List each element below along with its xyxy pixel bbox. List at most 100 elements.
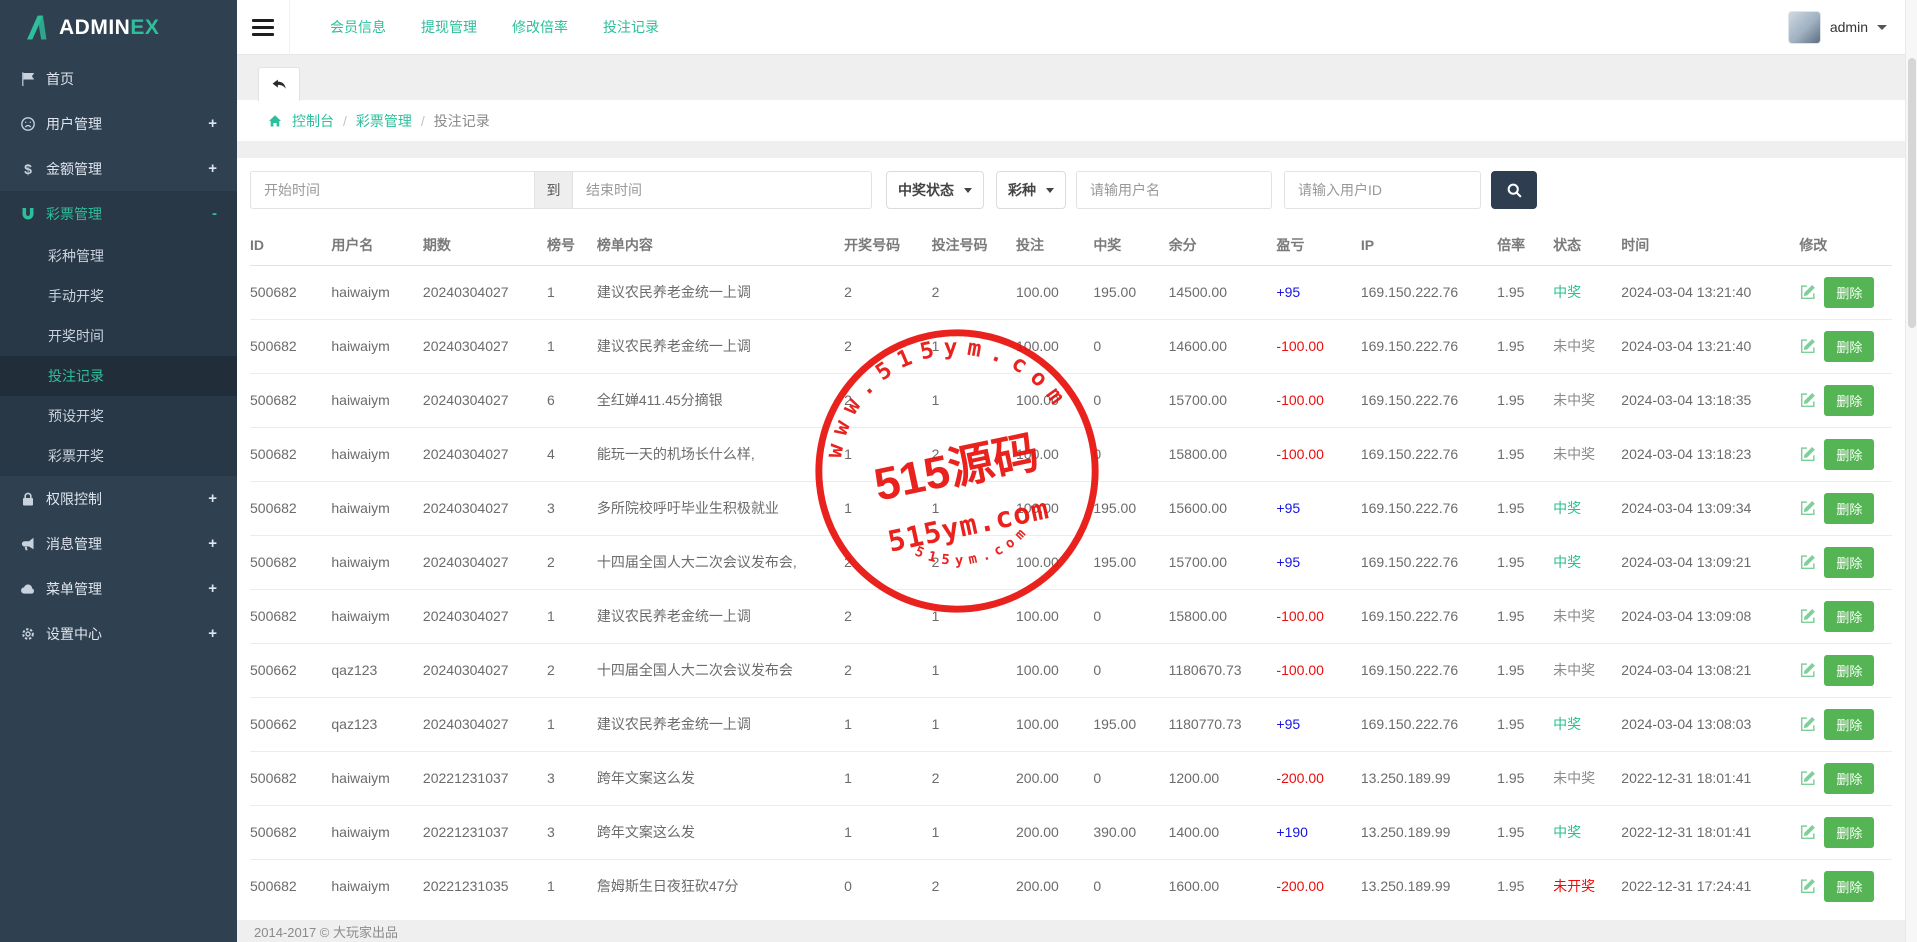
cell-id: 500682	[250, 373, 331, 427]
sidebar-subitem-bet-records[interactable]: 投注记录	[0, 356, 237, 396]
delete-button[interactable]: 删除	[1824, 655, 1874, 686]
app-logo[interactable]: ADMINEX	[0, 0, 237, 56]
sidebar-subitem-manual-draw[interactable]: 手动开奖	[0, 276, 237, 316]
plus-icon: +	[208, 115, 217, 132]
cell-time: 2024-03-04 13:21:40	[1621, 319, 1799, 373]
status-badge: 未中奖	[1553, 338, 1595, 354]
breadcrumb-lottery-mgmt[interactable]: 彩票管理	[356, 111, 412, 131]
edit-icon[interactable]	[1799, 337, 1817, 355]
delete-button[interactable]: 删除	[1824, 385, 1874, 416]
delete-button[interactable]: 删除	[1824, 493, 1874, 524]
table-row: 500682haiwaiym202212310373跨年文案这么发11200.0…	[250, 805, 1892, 859]
sidebar-subitem-preset-draw[interactable]: 预设开奖	[0, 396, 237, 436]
sidebar-item-permission[interactable]: 权限控制+	[0, 476, 237, 521]
edit-icon[interactable]	[1799, 715, 1817, 733]
sidebar-subitem-draw-time[interactable]: 开奖时间	[0, 316, 237, 356]
sidebar-subitem-lottery-type[interactable]: 彩种管理	[0, 236, 237, 276]
cell-content: 建议农民养老金统一上调	[597, 319, 844, 373]
table-row: 500682haiwaiym202403040273多所院校呼吁毕业生积极就业1…	[250, 481, 1892, 535]
cell-id: 500682	[250, 859, 331, 913]
edit-icon[interactable]	[1799, 661, 1817, 679]
topnav-link-rate-edit[interactable]: 修改倍率	[512, 17, 568, 37]
status-badge: 未中奖	[1553, 662, 1595, 678]
delete-button[interactable]: 删除	[1824, 331, 1874, 362]
topnav-link-withdraw-mgmt[interactable]: 提现管理	[421, 17, 477, 37]
cell-open: 1	[844, 805, 931, 859]
cell-open: 2	[844, 535, 931, 589]
back-button[interactable]	[258, 67, 300, 101]
scrollbar[interactable]	[1905, 0, 1917, 942]
cell-period: 20240304027	[423, 481, 547, 535]
search-button[interactable]	[1491, 171, 1537, 209]
start-time-input[interactable]	[250, 171, 535, 209]
edit-icon[interactable]	[1799, 769, 1817, 787]
row-actions: 删除	[1799, 709, 1888, 740]
edit-icon[interactable]	[1799, 445, 1817, 463]
delete-button[interactable]: 删除	[1824, 547, 1874, 578]
sidebar-item-home[interactable]: 首页	[0, 56, 237, 101]
sidebar-subitem-lottery-draw[interactable]: 彩票开奖	[0, 436, 237, 476]
cell-period: 20240304027	[423, 265, 547, 319]
sidebar-item-message[interactable]: 消息管理+	[0, 521, 237, 566]
cell-status: 中奖	[1553, 805, 1621, 859]
win-status-select[interactable]: 中奖状态	[886, 171, 984, 209]
lottery-type-select[interactable]: 彩种	[996, 171, 1066, 209]
delete-button[interactable]: 删除	[1824, 277, 1874, 308]
cell-win: 0	[1093, 859, 1168, 913]
edit-icon[interactable]	[1799, 607, 1817, 625]
edit-icon[interactable]	[1799, 877, 1817, 895]
cell-content: 跨年文案这么发	[597, 805, 844, 859]
cell-content: 建议农民养老金统一上调	[597, 589, 844, 643]
edit-icon[interactable]	[1799, 499, 1817, 517]
delete-button[interactable]: 删除	[1824, 709, 1874, 740]
sidebar-item-menu-mgmt[interactable]: 菜单管理+	[0, 566, 237, 611]
cell-content: 跨年文案这么发	[597, 751, 844, 805]
cell-balance: 15600.00	[1169, 481, 1277, 535]
cell-actions: 删除	[1799, 265, 1892, 319]
cell-profit: -100.00	[1276, 427, 1360, 481]
delete-button[interactable]: 删除	[1824, 763, 1874, 794]
gear-icon	[20, 626, 46, 642]
delete-button[interactable]: 删除	[1824, 601, 1874, 632]
edit-icon[interactable]	[1799, 283, 1817, 301]
cell-status: 中奖	[1553, 481, 1621, 535]
magnet-icon	[20, 206, 46, 222]
end-time-input[interactable]	[572, 171, 872, 209]
sidebar-item-settings[interactable]: 设置中心+	[0, 611, 237, 656]
delete-button[interactable]: 删除	[1824, 817, 1874, 848]
bet-records-table: ID用户名期数榜号榜单内容开奖号码投注号码投注中奖余分盈亏IP倍率状态时间修改 …	[250, 225, 1892, 913]
cell-win: 0	[1093, 589, 1168, 643]
col-header-user: 用户名	[331, 225, 423, 265]
cell-user: haiwaiym	[331, 265, 423, 319]
cell-bet_no: 2	[932, 859, 1016, 913]
topnav-link-bet-records[interactable]: 投注记录	[603, 17, 659, 37]
cell-actions: 删除	[1799, 697, 1892, 751]
plus-icon: +	[208, 490, 217, 507]
hamburger-menu-icon[interactable]	[237, 0, 290, 55]
cell-actions: 删除	[1799, 319, 1892, 373]
edit-icon[interactable]	[1799, 823, 1817, 841]
username-input[interactable]	[1076, 171, 1272, 209]
cell-ip: 169.150.222.76	[1361, 697, 1497, 751]
edit-icon[interactable]	[1799, 553, 1817, 571]
edit-icon[interactable]	[1799, 391, 1817, 409]
topnav-link-member-info[interactable]: 会员信息	[330, 17, 386, 37]
delete-button[interactable]: 删除	[1824, 439, 1874, 470]
username-label: admin	[1830, 19, 1868, 35]
user-menu[interactable]: admin	[1788, 11, 1887, 44]
cell-period: 20240304027	[423, 643, 547, 697]
cell-actions: 删除	[1799, 751, 1892, 805]
delete-button[interactable]: 删除	[1824, 871, 1874, 902]
userid-input[interactable]	[1284, 171, 1481, 209]
bullhorn-icon	[20, 536, 46, 552]
cell-time: 2024-03-04 13:09:08	[1621, 589, 1799, 643]
sidebar-item-user-mgmt[interactable]: 用户管理+	[0, 101, 237, 146]
cell-bet: 100.00	[1016, 265, 1093, 319]
cell-win: 195.00	[1093, 265, 1168, 319]
breadcrumb-console[interactable]: 控制台	[292, 111, 334, 131]
sidebar-item-fund-mgmt[interactable]: $金额管理+	[0, 146, 237, 191]
cell-win: 0	[1093, 373, 1168, 427]
sidebar-item-lottery-mgmt[interactable]: 彩票管理-	[0, 191, 237, 236]
cell-user: haiwaiym	[331, 427, 423, 481]
scrollbar-thumb[interactable]	[1908, 58, 1916, 328]
